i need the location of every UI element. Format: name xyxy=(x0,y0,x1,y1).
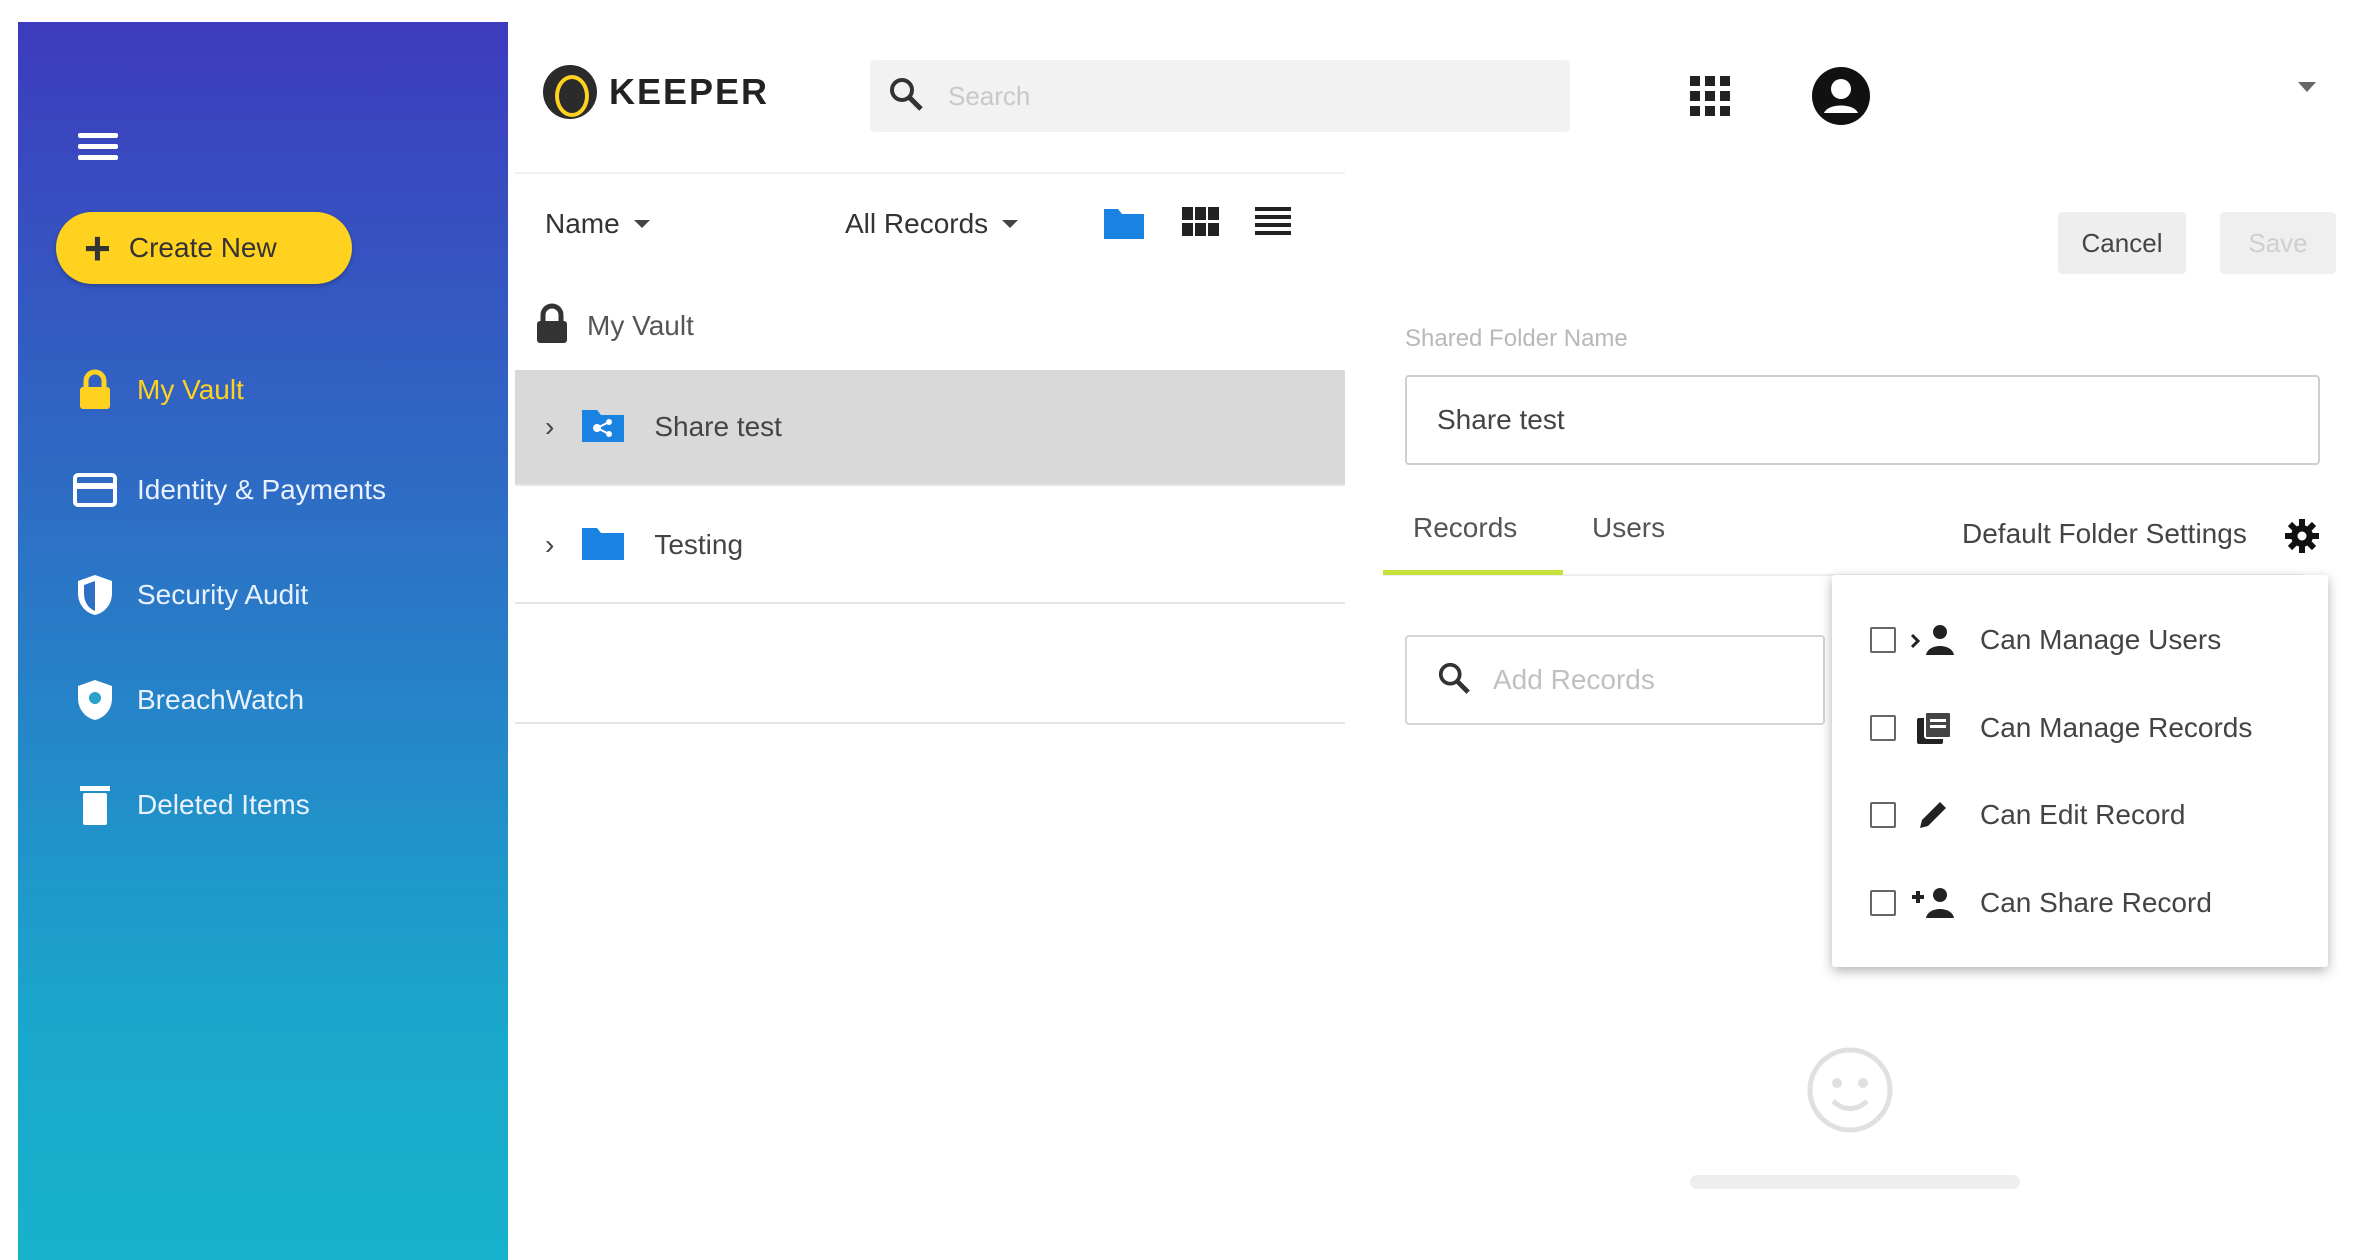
sidebar-item-label: My Vault xyxy=(137,374,244,405)
folder-icon xyxy=(580,524,626,567)
menu-item-can-manage-records[interactable]: Can Manage Records xyxy=(1870,703,2252,753)
empty-state-smiley-icon xyxy=(1805,1045,1895,1140)
tab-users[interactable]: Users xyxy=(1592,512,1665,544)
create-new-label: Create New xyxy=(128,232,277,263)
sidebar-item-label: Identity & Payments xyxy=(137,474,387,505)
search-input[interactable]: Search xyxy=(870,60,1570,132)
sidebar-item-my-vault[interactable]: My Vault xyxy=(73,362,244,418)
list-item-label: Testing xyxy=(654,529,744,560)
app-name: KEEPER xyxy=(609,71,770,112)
menu-item-label: Can Edit Record xyxy=(1980,799,2186,830)
sidebar-item-label: Security Audit xyxy=(137,579,309,610)
can-share-record-checkbox[interactable] xyxy=(1870,890,1896,916)
trash-icon xyxy=(73,783,117,827)
chevron-right-icon[interactable]: › xyxy=(545,529,554,561)
edit-pencil-icon xyxy=(1910,797,1956,833)
vault-title: My Vault xyxy=(587,310,694,341)
vault-header: My Vault xyxy=(515,285,1345,367)
credit-card-icon xyxy=(73,468,117,512)
account-menu-chevron-down-icon[interactable] xyxy=(2298,82,2316,92)
folder-name-field[interactable]: Share test xyxy=(1405,375,2320,465)
chevron-right-icon[interactable]: › xyxy=(545,411,554,443)
sidebar-item-identity-payments[interactable]: Identity & Payments xyxy=(73,462,386,518)
add-records-placeholder: Add Records xyxy=(1493,664,1655,695)
apps-grid-icon[interactable] xyxy=(1690,76,1730,116)
sort-name-label: Name xyxy=(545,208,620,239)
can-manage-records-checkbox[interactable] xyxy=(1870,715,1896,741)
active-tab-indicator xyxy=(1383,570,1563,575)
plus-icon: + xyxy=(84,222,111,274)
hamburger-menu-icon[interactable] xyxy=(78,127,118,167)
filter-label: All Records xyxy=(845,208,989,239)
sidebar-item-breachwatch[interactable]: BreachWatch xyxy=(73,672,304,728)
keeper-logo-icon xyxy=(543,65,597,119)
tab-records[interactable]: Records xyxy=(1413,512,1517,544)
folder-name-value: Share test xyxy=(1437,404,1565,435)
sidebar-item-deleted-items[interactable]: Deleted Items xyxy=(73,777,310,833)
save-button[interactable]: Save xyxy=(2220,212,2336,274)
search-placeholder: Search xyxy=(948,80,1031,111)
list-divider xyxy=(515,722,1345,724)
cancel-button[interactable]: Cancel xyxy=(2058,212,2186,274)
menu-item-can-edit-record[interactable]: Can Edit Record xyxy=(1870,790,2185,840)
can-manage-users-checkbox[interactable] xyxy=(1870,627,1896,653)
filter-records-dropdown[interactable]: All Records xyxy=(845,208,1019,240)
account-avatar-icon[interactable] xyxy=(1810,65,1872,127)
manage-users-icon xyxy=(1910,622,1956,658)
default-folder-settings-menu: Can Manage Users Can Manage Records Can … xyxy=(1832,575,2328,967)
share-user-icon xyxy=(1910,885,1956,921)
empty-state-hint xyxy=(1690,1175,2020,1189)
keeper-logo: KEEPER xyxy=(543,65,769,119)
search-icon xyxy=(1437,661,1471,700)
can-edit-record-checkbox[interactable] xyxy=(1870,802,1896,828)
shield-icon xyxy=(73,573,117,617)
gear-icon[interactable] xyxy=(2284,518,2320,559)
shared-folder-icon xyxy=(580,406,626,449)
menu-item-can-share-record[interactable]: Can Share Record xyxy=(1870,878,2212,928)
menu-item-label: Can Manage Records xyxy=(1980,712,2253,743)
add-records-input[interactable]: Add Records xyxy=(1405,635,1825,725)
folder-view-icon[interactable] xyxy=(1102,205,1146,246)
grid-view-icon[interactable] xyxy=(1182,207,1220,242)
lock-icon xyxy=(535,303,569,350)
list-view-icon[interactable] xyxy=(1255,205,1291,242)
sidebar: + Create New My Vault Identity & Payment… xyxy=(18,22,508,1260)
list-item-testing[interactable]: › Testing xyxy=(515,488,1345,604)
menu-item-label: Can Manage Users xyxy=(1980,624,2222,655)
search-icon xyxy=(888,76,924,117)
breachwatch-shield-icon xyxy=(73,678,117,722)
chevron-down-icon xyxy=(1002,220,1019,228)
create-new-button[interactable]: + Create New xyxy=(56,212,352,284)
list-item-label: Share test xyxy=(654,411,782,442)
chevron-down-icon xyxy=(633,220,650,228)
menu-item-can-manage-users[interactable]: Can Manage Users xyxy=(1870,615,2221,665)
sidebar-item-label: BreachWatch xyxy=(137,684,305,715)
lock-icon xyxy=(73,368,117,412)
manage-records-icon xyxy=(1910,710,1956,746)
sidebar-item-label: Deleted Items xyxy=(137,789,310,820)
sort-name-dropdown[interactable]: Name xyxy=(545,208,650,240)
menu-item-label: Can Share Record xyxy=(1980,887,2212,918)
default-folder-settings-link[interactable]: Default Folder Settings xyxy=(1962,518,2247,550)
folder-name-label: Shared Folder Name xyxy=(1405,325,1628,352)
list-item-share-test[interactable]: › Share test xyxy=(515,370,1345,486)
sidebar-item-security-audit[interactable]: Security Audit xyxy=(73,567,308,623)
